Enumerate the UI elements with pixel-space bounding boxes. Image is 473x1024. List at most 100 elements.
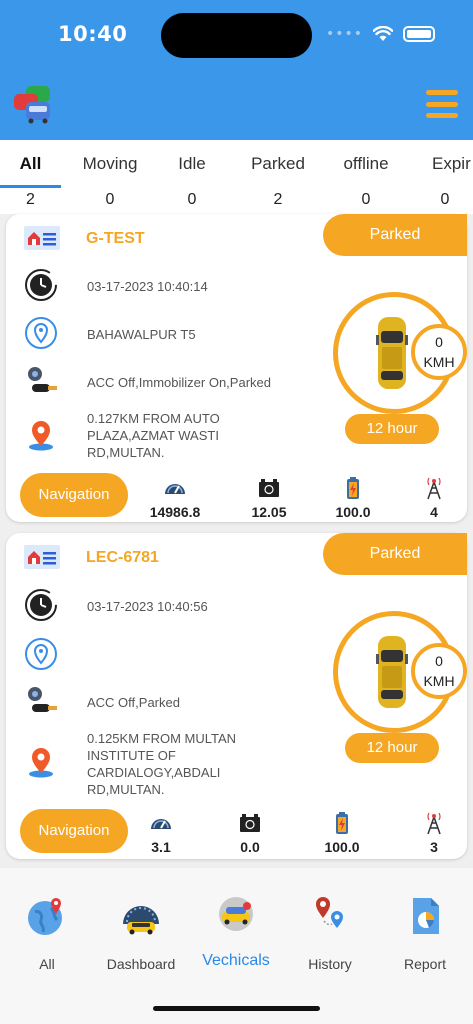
ignition-status: ACC Off,Parked xyxy=(87,695,180,710)
tab-label: Expir xyxy=(432,154,471,173)
navigation-button[interactable]: Navigation xyxy=(20,473,128,517)
car-battery-icon xyxy=(240,814,260,832)
signal-tower-icon xyxy=(427,812,441,835)
tab-parked[interactable]: Parked 2 xyxy=(236,140,320,214)
nav-item-all[interactable]: All xyxy=(0,868,94,972)
tab-count: 2 xyxy=(26,191,35,208)
parked-duration: 12 hour xyxy=(345,414,439,444)
voltage-stat: 12.05 xyxy=(229,476,309,520)
voltage-stat: 0.0 xyxy=(210,811,290,855)
car-battery-icon xyxy=(259,479,279,497)
clock-history-icon xyxy=(25,589,57,621)
tab-all[interactable]: All 2 xyxy=(0,140,61,214)
vehicle-name: LEC-6781 xyxy=(86,549,159,566)
voltage-value: 0.0 xyxy=(240,839,260,855)
vehicle-card[interactable]: LEC-6781 Parked 03-17-2023 10:40:56 ACC … xyxy=(6,533,467,859)
vehicle-address: 0.127KM FROM AUTO PLAZA,AZMAT WASTI RD,M… xyxy=(87,411,220,460)
battery-value: 100.0 xyxy=(324,839,360,855)
nav-label: All xyxy=(39,956,55,972)
speedometer-icon xyxy=(165,484,185,494)
speed-display: 0 KMH xyxy=(411,324,467,380)
speed-unit: KMH xyxy=(423,673,455,689)
speed-value: 0 xyxy=(435,334,443,350)
vehicle-card[interactable]: G-TEST Parked 03-17-2023 10:40:14 BAHAWA… xyxy=(6,214,467,522)
tab-count: 0 xyxy=(440,191,450,208)
bottom-navigation: All Dashboard Vechicals History Report xyxy=(0,868,473,1024)
vehicle-location: BAHAWALPUR T5 xyxy=(87,327,196,342)
address-pin-icon xyxy=(29,748,53,778)
status-badge: Parked xyxy=(323,533,467,575)
vehicle-address: 0.125KM FROM MULTAN INSTITUTE OF CARDIAL… xyxy=(87,731,237,797)
app-header: 10:40 •••• xyxy=(0,0,473,140)
odometer-value: 3.1 xyxy=(151,839,171,855)
signal-value: 4 xyxy=(430,504,438,520)
nav-item-history[interactable]: History xyxy=(283,868,377,972)
speed-unit: KMH xyxy=(423,354,455,370)
battery-value: 100.0 xyxy=(335,504,371,520)
location-pin-icon xyxy=(25,638,57,670)
navigation-button[interactable]: Navigation xyxy=(20,809,128,853)
status-icons: •••• xyxy=(326,26,435,42)
report-document-icon xyxy=(413,898,439,934)
tab-expired[interactable]: Expir 0 xyxy=(418,140,472,214)
nav-label: Report xyxy=(403,956,447,972)
car-pin-icon xyxy=(219,897,253,931)
signal-value: 3 xyxy=(430,839,438,855)
active-tab-indicator xyxy=(0,185,61,188)
globe-pin-icon xyxy=(28,898,62,935)
status-time: 10:40 xyxy=(58,22,128,46)
signal-tower-icon xyxy=(427,477,441,500)
nav-label: Dashboard xyxy=(106,956,176,972)
last-update-datetime: 03-17-2023 10:40:14 xyxy=(87,279,208,294)
address-pin-icon xyxy=(29,421,53,451)
speed-value: 0 xyxy=(435,653,443,669)
car-top-view-icon xyxy=(376,636,408,708)
odometer-stat: 3.1 xyxy=(121,811,201,855)
battery-level-icon xyxy=(336,812,348,834)
tab-label: Idle xyxy=(178,154,206,173)
parked-duration: 12 hour xyxy=(345,733,439,763)
tab-moving[interactable]: Moving 0 xyxy=(70,140,150,214)
tab-label: offline xyxy=(343,154,389,173)
cellular-icon: •••• xyxy=(325,26,363,42)
hamburger-menu-icon[interactable] xyxy=(426,90,458,118)
battery-level-icon xyxy=(347,477,359,499)
tab-idle[interactable]: Idle 0 xyxy=(160,140,224,214)
tab-offline[interactable]: offline 0 xyxy=(326,140,406,214)
nav-item-vehicles[interactable]: Vechicals xyxy=(189,868,283,970)
dynamic-island xyxy=(161,13,312,58)
tab-count: 2 xyxy=(273,191,283,208)
nav-label: History xyxy=(308,956,352,972)
ignition-status: ACC Off,Immobilizer On,Parked xyxy=(87,375,271,390)
speedometer-car-icon xyxy=(123,906,159,935)
nav-item-report[interactable]: Report xyxy=(378,868,472,972)
tab-count: 0 xyxy=(105,191,115,208)
signal-stat: 3 xyxy=(394,811,473,855)
location-pin-icon xyxy=(25,317,57,349)
tab-label: Moving xyxy=(82,154,138,173)
battery-icon xyxy=(403,26,435,42)
tab-label: All xyxy=(19,154,42,173)
home-indicator xyxy=(153,1006,320,1011)
nav-label: Vechicals xyxy=(202,952,270,969)
speed-display: 0 KMH xyxy=(411,643,467,699)
ignition-key-icon xyxy=(28,367,57,392)
signal-stat: 4 xyxy=(394,476,473,520)
tab-count: 0 xyxy=(187,191,197,208)
car-top-view-icon xyxy=(376,317,408,389)
route-pins-icon xyxy=(316,897,343,928)
status-badge: Parked xyxy=(323,214,467,256)
vehicle-name: G-TEST xyxy=(86,230,145,247)
vehicle-id-icon xyxy=(24,226,60,250)
clock-history-icon xyxy=(25,269,57,301)
odometer-stat: 14986.8 xyxy=(135,476,215,520)
battery-stat: 100.0 xyxy=(302,811,382,855)
tab-label: Parked xyxy=(251,154,305,173)
battery-stat: 100.0 xyxy=(313,476,393,520)
status-filter-tabs: All 2 Moving 0 Idle 0 Parked 2 offline 0… xyxy=(0,140,473,214)
speedometer-icon xyxy=(151,819,171,829)
nav-item-dashboard[interactable]: Dashboard xyxy=(94,868,188,972)
tab-count: 0 xyxy=(361,191,371,208)
odometer-value: 14986.8 xyxy=(149,504,201,520)
vehicle-id-icon xyxy=(24,545,60,569)
